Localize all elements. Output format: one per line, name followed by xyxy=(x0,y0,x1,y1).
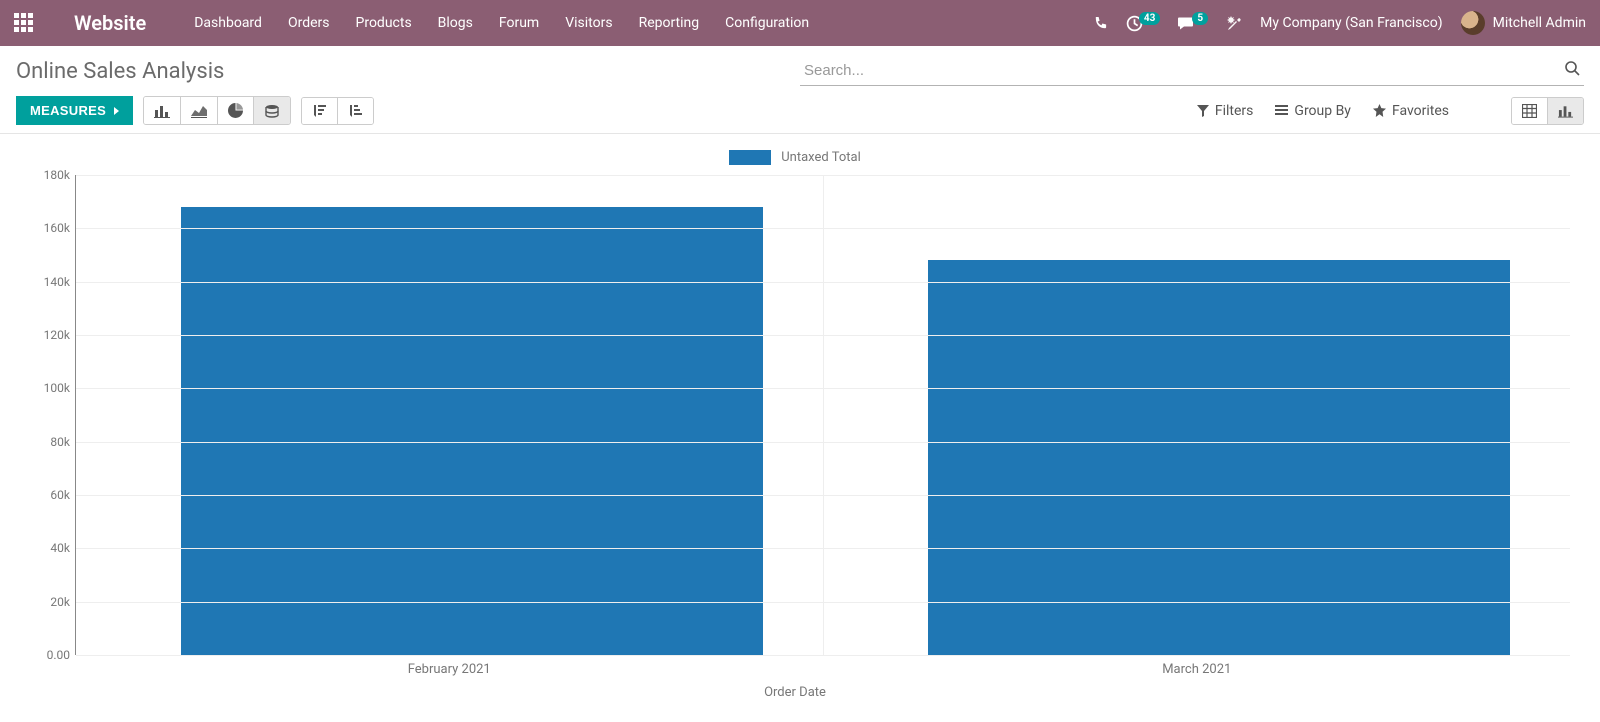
user-name: Mitchell Admin xyxy=(1493,15,1586,31)
systray: 43 5 My Company (San Francisco) Mitchell… xyxy=(1093,11,1586,35)
control-panel-top: Online Sales Analysis xyxy=(0,46,1600,86)
top-navbar: Website Dashboard Orders Products Blogs … xyxy=(0,0,1600,46)
gridline xyxy=(76,495,1570,496)
control-panel-bottom: MEASURES Filters Group By xyxy=(0,86,1600,134)
x-tick: February 2021 xyxy=(76,662,823,677)
bar[interactable] xyxy=(928,260,1510,655)
filters-label: Filters xyxy=(1215,103,1254,119)
messages-count: 5 xyxy=(1192,12,1208,25)
pie-chart-button[interactable] xyxy=(218,97,254,124)
y-tick: 100k xyxy=(26,381,70,395)
bars-container: February 2021March 2021 xyxy=(76,175,1570,655)
menu-orders[interactable]: Orders xyxy=(288,15,330,31)
gridline xyxy=(76,282,1570,283)
search-container xyxy=(800,56,1584,86)
stacked-chart-button[interactable] xyxy=(254,97,290,124)
groupby-label: Group By xyxy=(1294,103,1351,119)
y-tick: 180k xyxy=(26,168,70,182)
menu-dashboard[interactable]: Dashboard xyxy=(194,15,262,31)
page-title: Online Sales Analysis xyxy=(16,59,800,84)
sort-asc-button[interactable] xyxy=(338,98,373,124)
menu-reporting[interactable]: Reporting xyxy=(639,15,700,31)
bar-slot: February 2021 xyxy=(76,175,823,655)
menu-blogs[interactable]: Blogs xyxy=(438,15,473,31)
gridline xyxy=(76,442,1570,443)
chart-legend: Untaxed Total xyxy=(10,144,1580,175)
gridline xyxy=(76,548,1570,549)
apps-icon[interactable] xyxy=(14,13,34,33)
chart-type-group xyxy=(143,96,291,125)
filters-button[interactable]: Filters xyxy=(1197,103,1254,119)
x-axis-label: Order Date xyxy=(10,685,1580,700)
graph-view-button[interactable] xyxy=(1548,98,1583,124)
y-tick: 80k xyxy=(26,435,70,449)
chart-area: Untaxed Total Untaxed Total February 202… xyxy=(0,134,1600,694)
search-icon[interactable] xyxy=(1564,60,1580,76)
sort-group xyxy=(301,97,374,125)
menu-visitors[interactable]: Visitors xyxy=(565,15,612,31)
measures-button[interactable]: MEASURES xyxy=(16,96,133,125)
y-tick: 160k xyxy=(26,221,70,235)
y-tick: 60k xyxy=(26,488,70,502)
search-input[interactable] xyxy=(800,56,1584,86)
brand-title[interactable]: Website xyxy=(74,11,146,35)
debug-icon[interactable] xyxy=(1226,15,1242,31)
bar-slot: March 2021 xyxy=(823,175,1571,655)
user-menu[interactable]: Mitchell Admin xyxy=(1461,11,1586,35)
legend-item[interactable]: Untaxed Total xyxy=(729,150,860,165)
caret-right-icon xyxy=(114,107,119,115)
gridline xyxy=(76,335,1570,336)
gridline xyxy=(76,388,1570,389)
gridline xyxy=(76,175,1570,176)
favorites-label: Favorites xyxy=(1392,103,1449,119)
main-menu: Dashboard Orders Products Blogs Forum Vi… xyxy=(194,15,1093,31)
phone-icon[interactable] xyxy=(1093,16,1108,31)
groupby-button[interactable]: Group By xyxy=(1275,103,1351,119)
x-tick: March 2021 xyxy=(824,662,1571,677)
menu-forum[interactable]: Forum xyxy=(499,15,539,31)
search-options: Filters Group By Favorites xyxy=(1197,97,1584,125)
pivot-view-button[interactable] xyxy=(1512,98,1548,124)
list-icon xyxy=(1275,105,1288,116)
bar-chart-button[interactable] xyxy=(144,97,181,124)
view-switcher xyxy=(1511,97,1584,125)
chart-plot: February 2021March 2021 0.0020k40k60k80k… xyxy=(75,175,1570,655)
y-tick: 40k xyxy=(26,541,70,555)
messages-button[interactable]: 5 xyxy=(1178,15,1208,32)
y-tick: 20k xyxy=(26,595,70,609)
measures-label: MEASURES xyxy=(30,103,106,118)
menu-configuration[interactable]: Configuration xyxy=(725,15,809,31)
line-chart-button[interactable] xyxy=(181,97,218,124)
bar[interactable] xyxy=(181,207,763,655)
y-tick: 120k xyxy=(26,328,70,342)
filter-icon xyxy=(1197,105,1209,117)
legend-label: Untaxed Total xyxy=(781,150,860,165)
sort-desc-button[interactable] xyxy=(302,98,338,124)
menu-products[interactable]: Products xyxy=(356,15,412,31)
activities-count: 43 xyxy=(1139,12,1160,25)
y-tick: 140k xyxy=(26,275,70,289)
activities-button[interactable]: 43 xyxy=(1126,15,1160,32)
gridline xyxy=(76,602,1570,603)
gridline xyxy=(76,228,1570,229)
favorites-button[interactable]: Favorites xyxy=(1373,103,1449,119)
avatar xyxy=(1461,11,1485,35)
company-selector[interactable]: My Company (San Francisco) xyxy=(1260,15,1442,31)
legend-swatch xyxy=(729,150,771,165)
gridline xyxy=(76,655,1570,656)
star-icon xyxy=(1373,104,1386,117)
y-tick: 0.00 xyxy=(26,648,70,662)
